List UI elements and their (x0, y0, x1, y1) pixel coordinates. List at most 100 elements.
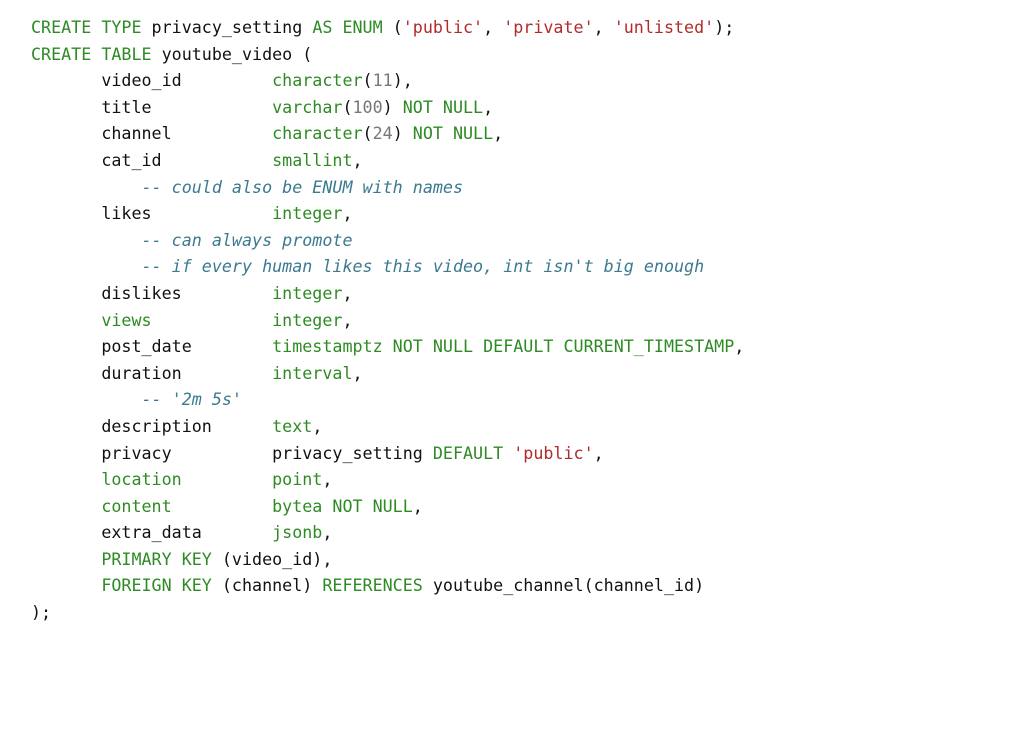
punctuation: (channel) (211, 575, 323, 596)
code-line: location point, (31, 466, 744, 493)
punctuation (503, 443, 513, 463)
code-line: likes integer, (31, 200, 744, 227)
string-literal: 'public' (402, 17, 484, 37)
identifier: dislikes (31, 282, 273, 303)
identifier: privacy_setting (141, 17, 313, 37)
sql-keyword: bytea (272, 495, 323, 516)
string-literal: 'public' (513, 442, 594, 463)
sql-keyword: PRIMARY KEY (31, 548, 212, 569)
sql-keyword: CREATE TYPE (31, 17, 142, 37)
code-line: content bytea NOT NULL, (31, 493, 744, 520)
code-line: channel character(24) NOT NULL, (31, 120, 744, 147)
number-literal: 24 (372, 123, 393, 144)
code-line: title varchar(100) NOT NULL, (31, 94, 744, 121)
code-line: video_id character(11), (31, 67, 744, 94)
identifier: video_id (31, 70, 273, 91)
code-line: ); (31, 599, 744, 626)
sql-keyword: jsonb (272, 522, 323, 543)
sql-keyword: text (272, 415, 313, 436)
punctuation: , (342, 309, 353, 330)
punctuation: , (593, 442, 604, 463)
identifier: cat_id (31, 149, 273, 170)
sql-comment: -- can always promote (31, 229, 353, 250)
code-line: duration interval, (31, 360, 744, 387)
punctuation: , (322, 522, 333, 543)
punctuation: ( (362, 123, 373, 144)
sql-comment: -- '2m 5s' (31, 389, 242, 410)
sql-keyword: point (272, 469, 323, 490)
number-literal: 11 (372, 70, 393, 91)
punctuation: , (352, 362, 363, 383)
punctuation: , (342, 282, 353, 303)
punctuation: ( (382, 17, 403, 37)
punctuation: ); (714, 17, 735, 37)
sql-keyword: location (31, 469, 273, 490)
sql-keyword: CREATE TABLE (31, 43, 152, 64)
identifier: title (31, 96, 273, 117)
punctuation: ( (342, 96, 353, 117)
code-line: extra_data jsonb, (31, 519, 744, 546)
punctuation: ) (382, 96, 403, 117)
punctuation: (video_id), (211, 548, 333, 569)
sql-keyword: varchar (272, 96, 343, 117)
code-line: -- could also be ENUM with names (31, 174, 744, 201)
code-line: description text, (31, 413, 744, 440)
sql-keyword: content (31, 495, 273, 516)
punctuation (322, 496, 332, 516)
code-line: views integer, (31, 307, 744, 334)
code-line: FOREIGN KEY (channel) REFERENCES youtube… (31, 572, 744, 599)
punctuation: , (342, 203, 353, 224)
code-line: dislikes integer, (31, 280, 744, 307)
code-line: PRIMARY KEY (video_id), (31, 546, 744, 573)
code-line: -- '2m 5s' (31, 386, 744, 413)
sql-comment: -- if every human likes this video, int … (31, 256, 705, 277)
identifier: privacy_setting (272, 442, 433, 463)
string-literal: 'private' (503, 17, 594, 37)
identifier: post_date (31, 336, 273, 357)
punctuation: ), (392, 70, 413, 91)
punctuation: youtube_channel(channel_id) (422, 575, 705, 596)
punctuation: , (493, 123, 504, 144)
punctuation: , (483, 17, 504, 37)
sql-keyword: timestamptz NOT NULL DEFAULT CURRENT_TIM… (272, 336, 735, 357)
sql-keyword: integer (272, 203, 343, 224)
punctuation: , (483, 96, 494, 117)
code-line: privacy privacy_setting DEFAULT 'public'… (31, 440, 744, 467)
identifier: youtube_video ( (151, 43, 313, 64)
punctuation: , (412, 495, 423, 516)
code-line: post_date timestamptz NOT NULL DEFAULT C… (31, 333, 744, 360)
identifier: privacy (31, 442, 273, 463)
code-line: -- can always promote (31, 227, 744, 254)
sql-keyword: character (272, 70, 363, 91)
punctuation: , (734, 336, 745, 357)
code-line: CREATE TABLE youtube_video ( (31, 41, 744, 68)
punctuation: , (352, 149, 363, 170)
identifier: duration (31, 362, 273, 383)
sql-keyword: character (272, 123, 363, 144)
sql-keyword: FOREIGN KEY (31, 575, 212, 596)
punctuation: ) (392, 123, 413, 144)
punctuation: , (593, 17, 614, 37)
identifier: channel (31, 123, 273, 144)
sql-keyword: interval (272, 362, 353, 383)
string-literal: 'unlisted' (613, 17, 715, 37)
number-literal: 100 (352, 96, 383, 117)
identifier: description (31, 415, 273, 436)
sql-keyword: NOT NULL (412, 123, 494, 144)
sql-keyword: integer (272, 309, 343, 330)
punctuation: ( (362, 70, 373, 91)
sql-keyword: AS ENUM (312, 17, 383, 37)
sql-code-block: CREATE TYPE privacy_setting AS ENUM ('pu… (31, 14, 744, 626)
sql-keyword: NOT NULL (332, 495, 413, 516)
code-line: -- if every human likes this video, int … (31, 253, 744, 280)
sql-keyword: NOT NULL (402, 96, 484, 117)
sql-keyword: REFERENCES (322, 575, 423, 596)
identifier: likes (31, 203, 273, 224)
punctuation: , (312, 415, 323, 436)
punctuation: ); (31, 602, 52, 623)
sql-keyword: smallint (272, 149, 353, 170)
sql-keyword: views (31, 309, 273, 330)
identifier: extra_data (31, 522, 273, 543)
sql-keyword: DEFAULT (432, 442, 504, 463)
code-line: CREATE TYPE privacy_setting AS ENUM ('pu… (31, 14, 744, 41)
